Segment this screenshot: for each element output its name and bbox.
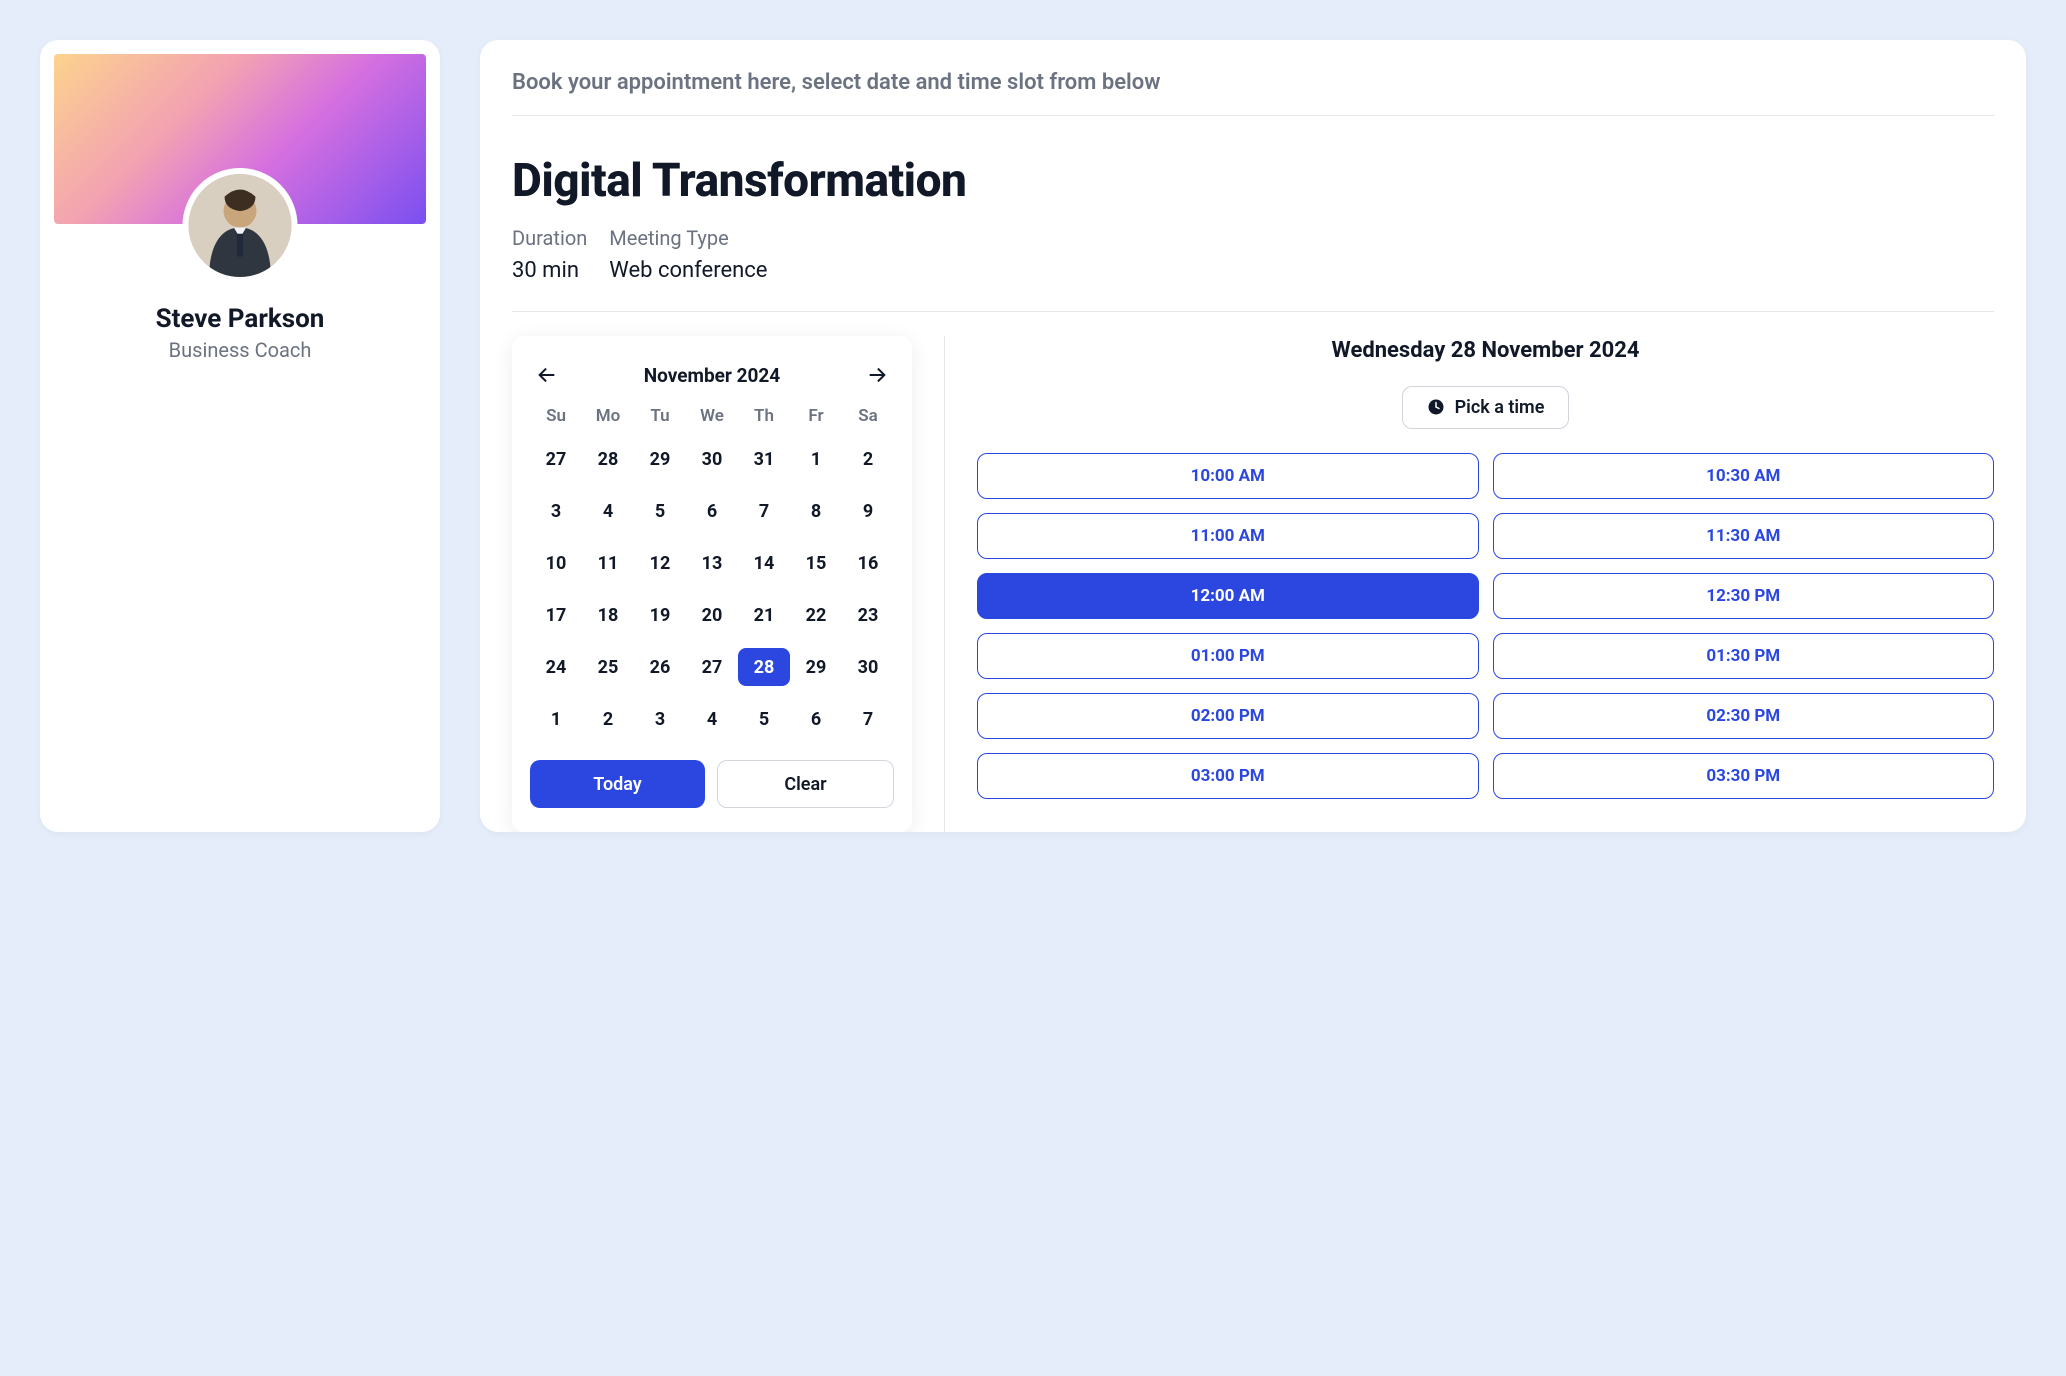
calendar-day[interactable]: 29 <box>790 648 842 686</box>
time-slot[interactable]: 11:30 AM <box>1493 513 1995 559</box>
calendar-day[interactable]: 13 <box>686 544 738 582</box>
duration-value: 30 min <box>512 258 587 283</box>
calendar-day[interactable]: 29 <box>634 440 686 478</box>
calendar-day[interactable]: 30 <box>842 648 894 686</box>
calendar-day[interactable]: 28 <box>738 648 790 686</box>
calendar-day[interactable]: 5 <box>634 492 686 530</box>
calendar-dow: Th <box>738 406 790 426</box>
calendar-day[interactable]: 25 <box>582 648 634 686</box>
duration-block: Duration 30 min <box>512 226 587 283</box>
calendar-day[interactable]: 1 <box>530 700 582 738</box>
duration-label: Duration <box>512 226 587 250</box>
time-slot-column: Wednesday 28 November 2024 Pick a time 1… <box>944 336 1994 832</box>
calendar-day[interactable]: 3 <box>634 700 686 738</box>
calendar-day[interactable]: 18 <box>582 596 634 634</box>
calendar-day[interactable]: 14 <box>738 544 790 582</box>
meeting-type-label: Meeting Type <box>609 226 767 250</box>
calendar-dow: Su <box>530 406 582 426</box>
calendar-day[interactable]: 20 <box>686 596 738 634</box>
time-slot[interactable]: 03:00 PM <box>977 753 1479 799</box>
calendar-day[interactable]: 3 <box>530 492 582 530</box>
calendar-day[interactable]: 2 <box>842 440 894 478</box>
calendar-day[interactable]: 12 <box>634 544 686 582</box>
pick-time-button[interactable]: Pick a time <box>1402 386 1570 429</box>
arrow-left-icon <box>536 364 558 386</box>
profile-role: Business Coach <box>40 338 440 362</box>
clock-icon <box>1427 398 1445 416</box>
calendar-day[interactable]: 6 <box>790 700 842 738</box>
calendar-day[interactable]: 19 <box>634 596 686 634</box>
time-slot[interactable]: 12:00 AM <box>977 573 1479 619</box>
calendar-day[interactable]: 9 <box>842 492 894 530</box>
arrow-right-icon <box>866 364 888 386</box>
time-slot[interactable]: 10:30 AM <box>1493 453 1995 499</box>
pick-time-label: Pick a time <box>1455 397 1545 418</box>
booking-row: November 2024 SuMoTuWeThFrSa272829303112… <box>512 336 1994 832</box>
meeting-type-block: Meeting Type Web conference <box>609 226 767 283</box>
calendar-day[interactable]: 11 <box>582 544 634 582</box>
calendar-day[interactable]: 23 <box>842 596 894 634</box>
calendar-dow: Sa <box>842 406 894 426</box>
calendar-day[interactable]: 4 <box>686 700 738 738</box>
calendar-day[interactable]: 15 <box>790 544 842 582</box>
selected-date-label: Wednesday 28 November 2024 <box>1332 336 1640 366</box>
calendar-dow: Mo <box>582 406 634 426</box>
service-meta: Duration 30 min Meeting Type Web confere… <box>512 226 1994 312</box>
calendar: November 2024 SuMoTuWeThFrSa272829303112… <box>512 336 912 832</box>
clear-button[interactable]: Clear <box>717 760 894 808</box>
calendar-day[interactable]: 27 <box>530 440 582 478</box>
calendar-day[interactable]: 22 <box>790 596 842 634</box>
instruction-text: Book your appointment here, select date … <box>512 70 1994 116</box>
meeting-type-value: Web conference <box>609 258 767 283</box>
calendar-day[interactable]: 16 <box>842 544 894 582</box>
time-slot[interactable]: 10:00 AM <box>977 453 1479 499</box>
calendar-day[interactable]: 4 <box>582 492 634 530</box>
calendar-actions: Today Clear <box>530 760 894 808</box>
time-slot[interactable]: 12:30 PM <box>1493 573 1995 619</box>
calendar-day[interactable]: 28 <box>582 440 634 478</box>
calendar-day[interactable]: 21 <box>738 596 790 634</box>
calendar-grid: SuMoTuWeThFrSa27282930311234567891011121… <box>530 406 894 738</box>
time-slot[interactable]: 02:00 PM <box>977 693 1479 739</box>
time-slot[interactable]: 01:30 PM <box>1493 633 1995 679</box>
today-button[interactable]: Today <box>530 760 705 808</box>
next-month-button[interactable] <box>864 362 890 388</box>
calendar-dow: We <box>686 406 738 426</box>
calendar-day[interactable]: 31 <box>738 440 790 478</box>
prev-month-button[interactable] <box>534 362 560 388</box>
service-title: Digital Transformation <box>512 154 1994 208</box>
calendar-day[interactable]: 24 <box>530 648 582 686</box>
time-slot[interactable]: 11:00 AM <box>977 513 1479 559</box>
calendar-day[interactable]: 27 <box>686 648 738 686</box>
calendar-day[interactable]: 8 <box>790 492 842 530</box>
time-slot[interactable]: 02:30 PM <box>1493 693 1995 739</box>
time-slot[interactable]: 03:30 PM <box>1493 753 1995 799</box>
calendar-day[interactable]: 26 <box>634 648 686 686</box>
calendar-day[interactable]: 7 <box>738 492 790 530</box>
calendar-header: November 2024 <box>530 354 894 406</box>
booking-card: Book your appointment here, select date … <box>480 40 2026 832</box>
calendar-day[interactable]: 30 <box>686 440 738 478</box>
calendar-day[interactable]: 7 <box>842 700 894 738</box>
calendar-month-label: November 2024 <box>644 364 780 387</box>
time-slot-grid: 10:00 AM 10:30 AM 11:00 AM 11:30 AM 12:00 AM… <box>977 453 1994 799</box>
calendar-day[interactable]: 17 <box>530 596 582 634</box>
profile-name: Steve Parkson <box>40 304 440 334</box>
calendar-day[interactable]: 5 <box>738 700 790 738</box>
calendar-day[interactable]: 1 <box>790 440 842 478</box>
calendar-day[interactable]: 2 <box>582 700 634 738</box>
profile-card: Steve Parkson Business Coach <box>40 40 440 832</box>
avatar <box>183 168 298 283</box>
calendar-day[interactable]: 10 <box>530 544 582 582</box>
calendar-dow: Fr <box>790 406 842 426</box>
calendar-dow: Tu <box>634 406 686 426</box>
calendar-day[interactable]: 6 <box>686 492 738 530</box>
avatar-icon <box>189 174 292 277</box>
time-slot[interactable]: 01:00 PM <box>977 633 1479 679</box>
